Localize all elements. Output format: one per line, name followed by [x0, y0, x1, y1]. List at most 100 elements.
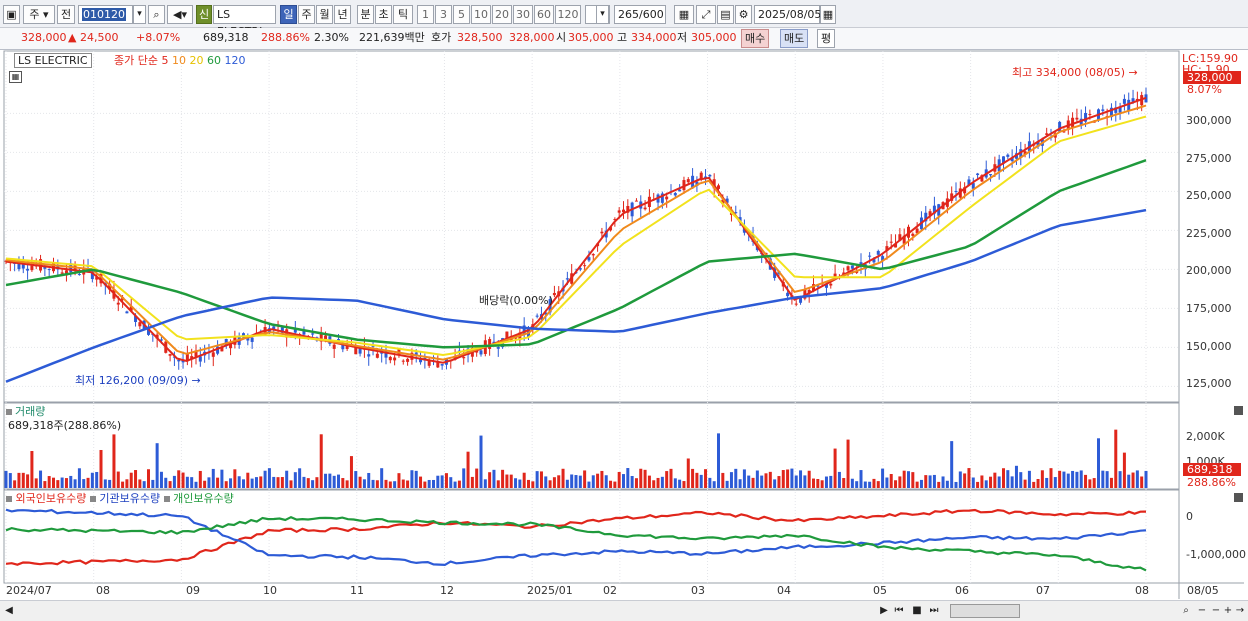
stop-icon[interactable]: ■ [911, 604, 923, 618]
calendar-icon[interactable]: ▦ [820, 5, 836, 24]
high-price: 334,000 [631, 31, 677, 44]
period-day[interactable]: 일 [280, 5, 297, 24]
candle-body [876, 250, 880, 255]
period-year[interactable]: 년 [334, 5, 351, 24]
buy-button[interactable]: 매수 [741, 29, 770, 48]
volume-bar [410, 470, 414, 488]
volume-bar [894, 480, 898, 488]
settings-icon[interactable]: ⚙ [735, 5, 752, 24]
candle-body [989, 174, 993, 176]
zoom-out-icon[interactable]: ⌕ [1180, 604, 1192, 618]
volume-bar [872, 478, 876, 488]
y-tick-225000: 225,000 [1186, 227, 1232, 240]
draw-tool-icon[interactable]: ⤢ [696, 5, 716, 24]
minute-30[interactable]: 30 [513, 5, 533, 24]
minute-3[interactable]: 3 [435, 5, 452, 24]
eval-button[interactable]: 평 [817, 29, 836, 48]
volume-bar [388, 481, 392, 488]
volume-bar [181, 472, 185, 488]
volume-bar [26, 474, 30, 488]
volume-bar [406, 480, 410, 488]
date-input[interactable]: 2025/08/05 [754, 5, 821, 24]
speaker-icon[interactable]: ◀▾ [167, 5, 193, 24]
x-label-06: 06 [955, 584, 969, 597]
scroll-right-icon[interactable]: ▶ [879, 604, 889, 618]
volume-bar [898, 476, 902, 488]
volume-bar [1140, 476, 1144, 488]
volume-bar [971, 477, 975, 488]
scroll-bar[interactable]: ◀ ▶ ⏮ ■ ⏭ ⌕ − − + → [0, 600, 1248, 621]
count-input[interactable]: 265/600 [614, 5, 666, 24]
scroll-thumb[interactable] [950, 604, 1020, 618]
window-icon[interactable]: ▣ [3, 5, 20, 24]
scroll-left-icon[interactable]: ◀ [4, 604, 14, 618]
volume-bar [13, 480, 17, 488]
volume-bar [440, 475, 444, 488]
stock-label: LS ELECTRIC [14, 53, 92, 68]
period-selector[interactable]: 주 ▾ [23, 5, 55, 24]
volume-bar [561, 468, 565, 488]
prev-button[interactable]: 전 [57, 5, 75, 24]
minute-20[interactable]: 20 [492, 5, 512, 24]
volume-bar [1058, 470, 1062, 488]
candle-body [1088, 114, 1092, 116]
volume-bar [1010, 476, 1014, 488]
minus-icon[interactable]: − [1196, 604, 1208, 618]
forward-icon[interactable]: ⏭ [928, 604, 940, 618]
volume-bar [669, 468, 673, 488]
sell-button[interactable]: 매도 [780, 29, 809, 48]
save-icon[interactable]: ▤ [717, 5, 734, 24]
grid-icon[interactable]: ▦ [674, 5, 694, 24]
x-label-09: 09 [186, 584, 200, 597]
minute-120[interactable]: 120 [555, 5, 581, 24]
volume-bar [1049, 468, 1053, 488]
inv-close-icon[interactable] [1234, 493, 1243, 502]
period-tick[interactable]: 틱 [393, 5, 413, 24]
period-minute[interactable]: 분 [357, 5, 374, 24]
right-arrow-icon[interactable]: → [1234, 604, 1246, 618]
volume-bar [194, 481, 198, 488]
volume-bar [574, 475, 578, 488]
code-dropdown[interactable]: ▾ [133, 5, 146, 24]
minute-10[interactable]: 10 [471, 5, 491, 24]
period-second[interactable]: 초 [375, 5, 392, 24]
y-tick-275000: 275,000 [1186, 152, 1232, 165]
volume-bar [691, 468, 695, 488]
x-label-right: 08/05 [1187, 584, 1219, 597]
volume-bar [397, 473, 401, 488]
period-month[interactable]: 월 [316, 5, 333, 24]
price-chart-svg[interactable] [0, 50, 1248, 600]
volume-bar [1092, 478, 1096, 488]
volume-bar [224, 481, 228, 488]
volume-bar [967, 468, 971, 488]
volume-bar [665, 471, 669, 488]
minute-60[interactable]: 60 [534, 5, 554, 24]
minus2-icon[interactable]: − [1210, 604, 1222, 618]
ma-5-label: 5 [161, 54, 169, 67]
ma-120-label: 120 [224, 54, 246, 67]
calc-icon[interactable]: ▦ [9, 71, 22, 83]
search-icon[interactable]: ⌕ [148, 5, 165, 24]
code-input[interactable]: 010120 [78, 5, 133, 24]
vol-close-icon[interactable] [1234, 406, 1243, 415]
volume-bar [112, 434, 116, 488]
plus-icon[interactable]: + [1222, 604, 1234, 618]
volume-bar [242, 479, 245, 488]
volume-bar [52, 477, 55, 488]
volume-bar [375, 480, 379, 488]
quote-bar: 328,000 ▲ 24,500 +8.07% 689,318 288.86% … [0, 28, 1248, 50]
rewind-icon[interactable]: ⏮ [893, 604, 905, 618]
candle-body [440, 364, 444, 366]
volume-title: 거래량 [6, 405, 45, 418]
volume-bar [885, 477, 889, 488]
volume-bar [8, 473, 12, 488]
interval-dropdown[interactable]: ▾ [596, 5, 609, 24]
volume-bar [216, 477, 220, 488]
candle-body [1101, 109, 1105, 111]
minute-5[interactable]: 5 [453, 5, 470, 24]
volume-bar [837, 471, 841, 488]
minute-1[interactable]: 1 [417, 5, 434, 24]
new-button[interactable]: 신 [196, 5, 212, 24]
volume-bar [591, 475, 595, 488]
period-week[interactable]: 주 [298, 5, 315, 24]
